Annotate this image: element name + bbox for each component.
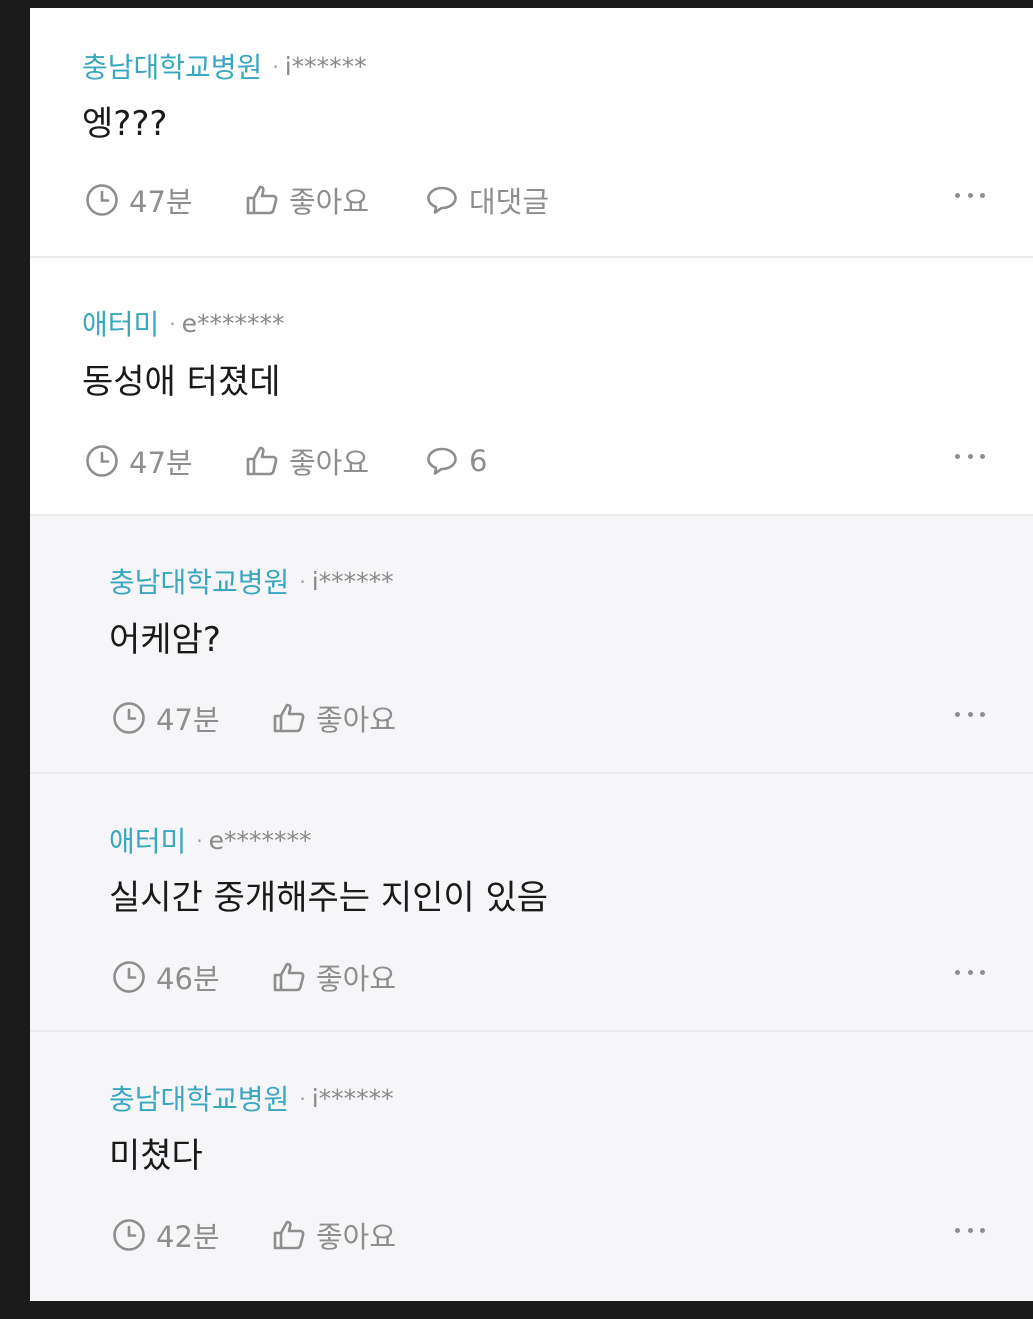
like-button[interactable]: 좋아요 [272,956,452,998]
timestamp: 47분 [85,179,245,221]
time-label: 46분 [156,962,220,996]
comment-actions: 46분 좋아요 [112,957,452,997]
more-options-button[interactable] [955,709,985,719]
author-name[interactable]: 충남대학교병원 [109,566,289,599]
like-button[interactable]: 좋아요 [272,697,452,739]
user-id: i****** [311,1084,394,1113]
separator-dot: · [272,55,279,79]
comment-list: 충남대학교병원 · i****** 엥??? 47분 좋아요 대댓글 애터미 · e**… [30,8,1033,1301]
clock-icon [113,702,145,734]
author-name[interactable]: 충남대학교병원 [82,51,262,84]
comment-header: 애터미 · e******* [109,820,312,860]
author-name[interactable]: 애터미 [109,825,186,858]
clock-icon [86,445,118,477]
reply-label: 대댓글 [469,185,550,219]
reply-item: 충남대학교병원 · i****** 어케암? 47분 좋아요 [30,516,1033,772]
author-name[interactable]: 충남대학교병원 [109,1083,289,1116]
user-id: e******* [208,826,312,855]
thumbs-up-icon [246,185,278,215]
comment-header: 애터미 · e******* [82,303,285,343]
reply-item: 충남대학교병원 · i****** 미쳤다 42분 좋아요 [30,1032,1033,1301]
comment-item: 애터미 · e******* 동성애 터졌데 47분 좋아요 6 [30,258,1033,514]
like-button[interactable]: 좋아요 [245,179,425,221]
author-name[interactable]: 애터미 [82,308,159,341]
user-id: i****** [284,52,367,81]
reply-button[interactable]: 대댓글 [425,179,549,221]
comment-text: 엥??? [82,104,168,144]
comment-actions: 42분 좋아요 [112,1215,452,1255]
more-options-icon [955,711,960,717]
thumbs-up-icon [273,1220,305,1250]
like-button[interactable]: 좋아요 [245,440,425,482]
like-label: 좋아요 [289,185,370,219]
speech-bubble-icon [427,186,457,214]
more-options-icon [955,969,960,975]
user-id: e******* [181,309,285,338]
more-options-button[interactable] [955,451,985,461]
comment-actions: 47분 좋아요 대댓글 [85,180,549,220]
comment-text: 실시간 중개해주는 지인이 있음 [109,878,549,918]
comment-actions: 47분 좋아요 6 [85,441,487,481]
like-label: 좋아요 [316,1220,397,1254]
reply-count: 6 [469,444,488,478]
comment-text: 어케암? [109,620,221,660]
separator-dot: · [299,570,306,594]
time-label: 47분 [129,185,193,219]
like-label: 좋아요 [316,962,397,996]
more-options-icon [955,453,960,459]
timestamp: 47분 [85,440,245,482]
comment-header: 충남대학교병원 · i****** [109,1078,394,1118]
comment-header: 충남대학교병원 · i****** [109,561,394,601]
clock-icon [113,961,145,993]
time-label: 42분 [156,1220,220,1254]
more-options-button[interactable] [955,190,985,200]
comment-header: 충남대학교병원 · i****** [82,46,367,86]
comment-text: 미쳤다 [109,1136,203,1176]
separator-dot: · [169,312,176,336]
like-label: 좋아요 [316,703,397,737]
like-button[interactable]: 좋아요 [272,1214,452,1256]
timestamp: 46분 [112,956,272,998]
comment-text: 동성애 터졌데 [82,362,281,402]
thumbs-up-icon [273,962,305,992]
thumbs-up-icon [246,446,278,476]
separator-dot: · [299,1087,306,1111]
thumbs-up-icon [273,703,305,733]
speech-bubble-icon [427,447,457,475]
more-options-button[interactable] [955,967,985,977]
clock-icon [86,184,118,216]
comment-item: 충남대학교병원 · i****** 엥??? 47분 좋아요 대댓글 [30,8,1033,256]
timestamp: 47분 [112,697,272,739]
timestamp: 42분 [112,1214,272,1256]
comment-actions: 47분 좋아요 [112,698,452,738]
like-label: 좋아요 [289,446,370,480]
user-id: i****** [311,567,394,596]
more-options-icon [955,1227,960,1233]
time-label: 47분 [129,446,193,480]
time-label: 47분 [156,703,220,737]
reply-count-button[interactable]: 6 [425,444,487,478]
clock-icon [113,1219,145,1251]
separator-dot: · [196,829,203,853]
more-options-button[interactable] [955,1225,985,1235]
more-options-icon [955,192,960,198]
reply-item: 애터미 · e******* 실시간 중개해주는 지인이 있음 46분 좋아요 [30,774,1033,1030]
